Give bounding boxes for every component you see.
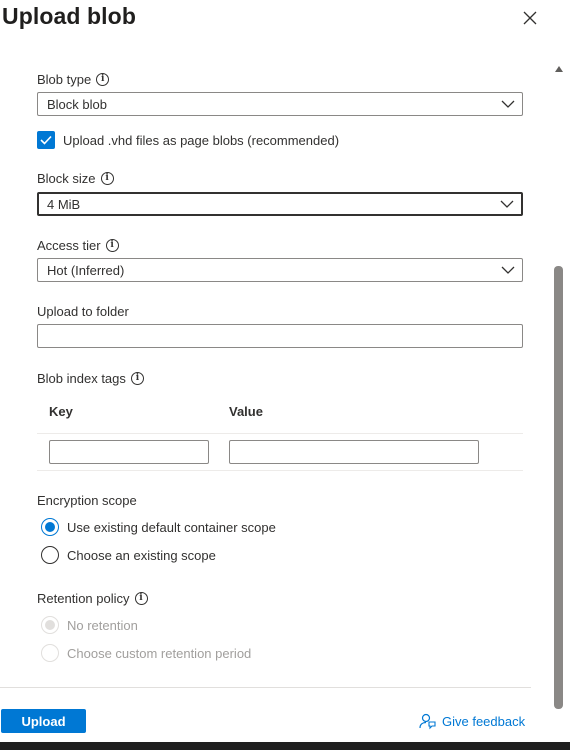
tag-key-input[interactable] [49,440,209,464]
chevron-down-icon [501,100,515,108]
block-size-label: Block size i [37,171,114,186]
give-feedback-label: Give feedback [442,713,526,729]
upload-blob-panel: Upload blob Blob type i Block blob Uploa… [0,0,570,750]
retention-option-label: No retention [67,617,138,633]
vhd-checkbox-row[interactable]: Upload .vhd files as page blobs (recomme… [37,131,339,149]
access-tier-label-text: Access tier [37,238,101,253]
upload-folder-label: Upload to folder [37,304,129,319]
encryption-scope-label: Encryption scope [37,493,137,508]
encryption-option-default[interactable]: Use existing default container scope [41,518,276,536]
block-size-value: 4 MiB [47,196,81,212]
access-tier-value: Hot (Inferred) [47,262,125,278]
access-tier-label: Access tier i [37,238,119,253]
radio-button[interactable] [41,546,59,564]
info-icon[interactable]: i [100,172,114,185]
vhd-checkbox[interactable] [37,131,55,149]
value-column-header: Value [229,404,263,419]
info-icon[interactable]: i [130,372,144,385]
retention-policy-label: Retention policy i [37,591,148,606]
chevron-down-icon [500,200,514,208]
vhd-checkbox-label: Upload .vhd files as page blobs (recomme… [63,132,340,148]
encryption-option-label: Use existing default container scope [67,519,276,535]
footer-divider [0,687,531,688]
access-tier-dropdown[interactable]: Hot (Inferred) [37,258,523,282]
feedback-icon [419,713,436,730]
chevron-down-icon [501,266,515,274]
scroll-up-icon[interactable] [553,64,565,74]
retention-option-custom: Choose custom retention period [41,644,251,662]
index-tags-label-text: Blob index tags [37,371,126,386]
radio-button[interactable] [41,518,59,536]
close-icon[interactable] [519,7,541,29]
blob-type-value: Block blob [47,96,107,112]
info-icon[interactable]: i [134,592,148,605]
taskbar [0,742,570,750]
panel-title: Upload blob [2,3,136,29]
key-column-header: Key [49,404,73,419]
upload-folder-input[interactable] [37,324,523,348]
radio-button [41,644,59,662]
retention-option-none: No retention [41,616,138,634]
info-icon[interactable]: i [105,239,119,252]
retention-policy-label-text: Retention policy [37,591,130,606]
index-tags-label: Blob index tags i [37,371,144,386]
retention-option-label: Choose custom retention period [67,645,252,661]
blob-type-dropdown[interactable]: Block blob [37,92,523,116]
info-icon[interactable]: i [96,73,110,86]
table-divider [37,433,523,434]
give-feedback-link[interactable]: Give feedback [418,712,525,730]
tag-value-input[interactable] [229,440,479,464]
encryption-option-label: Choose an existing scope [67,547,216,563]
upload-button[interactable]: Upload [1,709,86,733]
radio-button [41,616,59,634]
checkmark-icon [40,135,52,145]
blob-type-label-text: Blob type [37,72,92,87]
block-size-dropdown[interactable]: 4 MiB [37,192,523,216]
blob-type-label: Blob type i [37,72,110,87]
encryption-option-existing[interactable]: Choose an existing scope [41,546,216,564]
scrollbar-thumb[interactable] [554,266,563,709]
block-size-label-text: Block size [37,171,96,186]
table-divider [37,470,523,471]
